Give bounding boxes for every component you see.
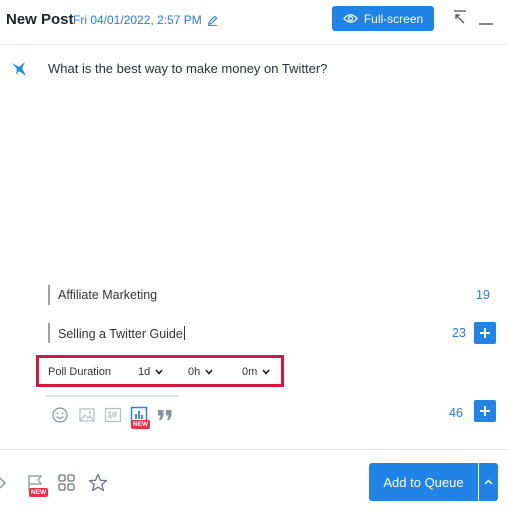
- post-date-text: Fri 04/01/2022, 2:57 PM: [73, 13, 202, 27]
- poll-duration-label: Poll Duration: [48, 366, 111, 378]
- pencil-icon[interactable]: [207, 15, 218, 26]
- text-cursor: [183, 326, 185, 340]
- add-option-button[interactable]: [474, 322, 496, 344]
- poll-option-text-value: Selling a Twitter Guide: [58, 327, 183, 341]
- eye-icon: [342, 14, 358, 23]
- chevron-down-icon: [205, 369, 213, 375]
- poll-option-char-count: 19: [476, 288, 490, 302]
- poll-option-1[interactable]: Affiliate Marketing 19: [48, 284, 500, 308]
- star-icon[interactable]: [88, 473, 108, 493]
- chevron-down-icon: [262, 369, 270, 375]
- poll-option-char-count: 23: [452, 326, 466, 340]
- poll-option-text[interactable]: Selling a Twitter Guide: [58, 326, 185, 341]
- footer-divider: [0, 449, 508, 450]
- duration-minutes-value: 0m: [242, 366, 258, 378]
- duration-days-value: 1d: [138, 366, 151, 378]
- poll-new-badge: NEW: [131, 420, 151, 429]
- gif-icon[interactable]: [104, 406, 122, 424]
- post-title: New Post: [6, 11, 74, 28]
- fullscreen-button[interactable]: Full-screen: [332, 6, 434, 31]
- emoji-icon[interactable]: [51, 406, 69, 424]
- collapse-icon[interactable]: [451, 8, 469, 26]
- tweet-char-count: 46: [449, 406, 463, 420]
- post-text[interactable]: What is the best way to make money on Tw…: [48, 61, 327, 76]
- add-thread-button[interactable]: [474, 400, 496, 422]
- duration-minutes-select[interactable]: 0m: [242, 366, 270, 378]
- fullscreen-label: Full-screen: [363, 11, 424, 26]
- minimize-icon[interactable]: [477, 8, 495, 26]
- chevron-up-icon: [484, 479, 493, 485]
- poll-option-bar: [48, 285, 50, 305]
- poll-option-2[interactable]: Selling a Twitter Guide 23: [48, 322, 500, 346]
- plus-icon: [480, 406, 490, 416]
- duration-hours-select[interactable]: 0h: [188, 366, 213, 378]
- grid-icon[interactable]: [57, 473, 77, 493]
- chevron-down-icon: [155, 369, 163, 375]
- image-icon[interactable]: [78, 406, 96, 424]
- poll-option-text[interactable]: Affiliate Marketing: [58, 288, 157, 302]
- queue-options-button[interactable]: [479, 463, 498, 501]
- post-date[interactable]: Fri 04/01/2022, 2:57 PM: [73, 13, 218, 27]
- flag-new-badge: NEW: [29, 488, 49, 497]
- toolbar-divider: [46, 395, 178, 397]
- duration-days-select[interactable]: 1d: [138, 366, 163, 378]
- post-header: New Post Fri 04/01/2022, 2:57 PM Full-sc…: [0, 0, 508, 45]
- quote-icon[interactable]: [156, 406, 174, 424]
- duration-hours-value: 0h: [188, 366, 201, 378]
- chevron-right-icon[interactable]: [0, 473, 10, 493]
- poll-option-bar: [48, 323, 50, 343]
- twitter-bird-icon: [12, 62, 26, 76]
- poll-duration: Poll Duration 1d 0h 0m: [36, 355, 284, 387]
- add-to-queue-button[interactable]: Add to Queue: [369, 463, 478, 501]
- plus-icon: [480, 328, 490, 338]
